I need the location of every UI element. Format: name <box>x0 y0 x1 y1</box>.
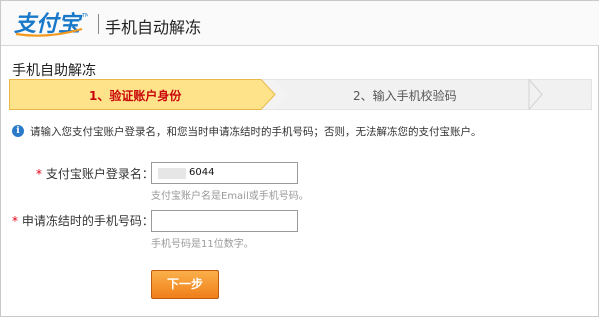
notice-text: 请输入您支付宝账户登录名，和您当时申请冻结时的手机号码；否则，无法解冻您的支付宝… <box>30 126 482 138</box>
step-1-verify-identity: 1、验证账户身份 <box>89 89 182 103</box>
header: 支付宝 TM 手机自动解冻 <box>1 1 599 46</box>
phone-label: * 申请冻结时的手机号码： <box>12 212 154 229</box>
account-hint: 支付宝账户名是Email或手机号码。 <box>151 191 309 202</box>
alipay-logo-text: 支付宝 <box>14 11 83 37</box>
phone-label-text: 申请冻结时的手机号码： <box>21 214 154 228</box>
info-icon: i <box>12 125 24 137</box>
account-input-value: 6044 <box>189 167 215 178</box>
alipay-logo: 支付宝 TM <box>12 9 88 37</box>
next-button[interactable]: 下一步 <box>151 270 219 299</box>
page-frame: 支付宝 TM 手机自动解冻 手机自助解冻 1、验证账户身份 2、输入手机校验码 … <box>0 0 599 317</box>
steps-bar: 1、验证账户身份 2、输入手机校验码 <box>9 79 592 110</box>
phone-input[interactable] <box>151 210 298 232</box>
account-label: * 支付宝账户登录名： <box>36 165 154 182</box>
phone-hint: 手机号码是11位数字。 <box>151 239 254 250</box>
header-divider <box>98 14 99 34</box>
account-input[interactable]: 6044 <box>151 162 298 184</box>
header-title: 手机自动解冻 <box>105 18 202 37</box>
masked-text <box>158 168 186 179</box>
svg-text:TM: TM <box>81 13 88 19</box>
step-2-enter-code: 2、输入手机校验码 <box>353 89 457 103</box>
account-label-text: 支付宝账户登录名： <box>45 167 154 181</box>
page-title: 手机自助解冻 <box>12 63 96 79</box>
required-mark: * <box>12 214 18 228</box>
required-mark: * <box>36 167 42 181</box>
